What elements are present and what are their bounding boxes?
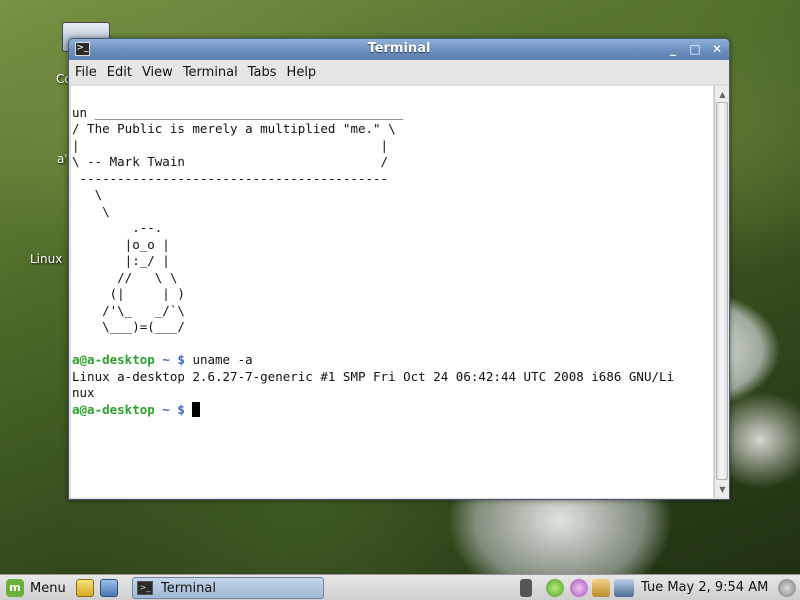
prompt-user: a@a-desktop bbox=[72, 352, 155, 367]
prompt-path: ~ bbox=[162, 352, 170, 367]
window-title: Terminal bbox=[367, 41, 431, 56]
output-line: Linux a-desktop 2.6.27-7-generic #1 SMP … bbox=[72, 368, 675, 384]
cowsay-line: \ bbox=[72, 203, 110, 219]
scroll-down-arrow-icon[interactable]: ▼ bbox=[717, 484, 728, 495]
text-cursor bbox=[192, 401, 201, 417]
maximize-button[interactable]: □ bbox=[688, 42, 702, 56]
microphone-tray-icon[interactable] bbox=[520, 579, 532, 597]
taskbar-terminal-button[interactable]: >_ Terminal bbox=[132, 577, 324, 599]
cowsay-line: \ bbox=[72, 187, 103, 202]
settings-tray-icon[interactable] bbox=[570, 579, 588, 597]
cowsay-line: |o_o | bbox=[72, 236, 170, 252]
cowsay-line: (| | ) bbox=[72, 286, 185, 301]
update-manager-tray-icon[interactable] bbox=[546, 579, 564, 597]
menu-terminal[interactable]: Terminal bbox=[183, 65, 238, 80]
power-tray-icon[interactable] bbox=[778, 579, 796, 597]
active-prompt-line: a@a-desktop ~ $ bbox=[72, 401, 713, 419]
linux-desktop-label[interactable]: Linux bbox=[30, 252, 62, 266]
menu-file[interactable]: File bbox=[75, 65, 97, 80]
close-button[interactable]: ✕ bbox=[710, 42, 724, 56]
bottom-panel: m Menu >_ Terminal Tue May 2, 9:54 AM bbox=[0, 574, 800, 600]
lock-tray-icon[interactable] bbox=[592, 579, 610, 597]
terminal-window[interactable]: >_ Terminal _ □ ✕ File Edit View Termina… bbox=[68, 38, 730, 500]
menu-view[interactable]: View bbox=[142, 65, 173, 80]
vertical-scrollbar[interactable]: ▲ ▼ bbox=[714, 86, 729, 498]
output-line: nux bbox=[72, 385, 95, 400]
file-manager-launcher-icon[interactable] bbox=[100, 579, 118, 597]
terminal-text: un _____________________________________… bbox=[71, 86, 713, 418]
text-editor-launcher-icon[interactable] bbox=[76, 579, 94, 597]
menu-tabs[interactable]: Tabs bbox=[248, 65, 277, 80]
terminal-task-icon: >_ bbox=[137, 581, 153, 595]
cowsay-line: /'\_ _/`\ bbox=[72, 302, 185, 318]
cowsay-line: .--. bbox=[72, 220, 163, 235]
network-tray-icon[interactable] bbox=[614, 579, 634, 597]
terminal-output-area[interactable]: un _____________________________________… bbox=[71, 86, 713, 498]
window-titlebar[interactable]: >_ Terminal _ □ ✕ bbox=[69, 39, 729, 60]
prompt-symbol: $ bbox=[177, 401, 185, 417]
cowsay-line: \___)=(___/ bbox=[72, 319, 185, 334]
cowsay-line: / The Public is merely a multiplied "me.… bbox=[72, 121, 396, 136]
cowsay-line: ----------------------------------------… bbox=[72, 170, 389, 186]
clock[interactable]: Tue May 2, 9:54 AM bbox=[641, 580, 768, 595]
cowsay-line: | | bbox=[72, 137, 389, 153]
cowsay-line: |:_/ | bbox=[72, 253, 170, 268]
prompt-path: ~ bbox=[162, 401, 170, 417]
command-text: uname -a bbox=[192, 352, 253, 367]
main-menu-label: Menu bbox=[30, 580, 66, 596]
prompt-symbol: $ bbox=[177, 352, 185, 367]
home-desktop-label[interactable]: a' bbox=[57, 152, 68, 166]
scroll-up-arrow-icon[interactable]: ▲ bbox=[717, 89, 728, 100]
menu-edit[interactable]: Edit bbox=[107, 65, 132, 80]
prompt-user: a@a-desktop bbox=[72, 401, 155, 417]
cowsay-line: \ -- Mark Twain / bbox=[72, 154, 389, 169]
cowsay-line: un _____________________________________… bbox=[72, 104, 404, 120]
menu-help[interactable]: Help bbox=[287, 65, 317, 80]
taskbar-terminal-label: Terminal bbox=[161, 580, 216, 596]
scrollbar-thumb[interactable] bbox=[716, 102, 728, 480]
cowsay-line: // \ \ bbox=[72, 269, 178, 285]
command-line: a@a-desktop ~ $ uname -a bbox=[72, 352, 713, 369]
menu-bar: File Edit View Terminal Tabs Help bbox=[69, 60, 729, 84]
mint-logo-icon: m bbox=[6, 579, 24, 597]
minimize-button[interactable]: _ bbox=[666, 42, 680, 56]
main-menu-button[interactable]: m Menu bbox=[6, 579, 66, 597]
